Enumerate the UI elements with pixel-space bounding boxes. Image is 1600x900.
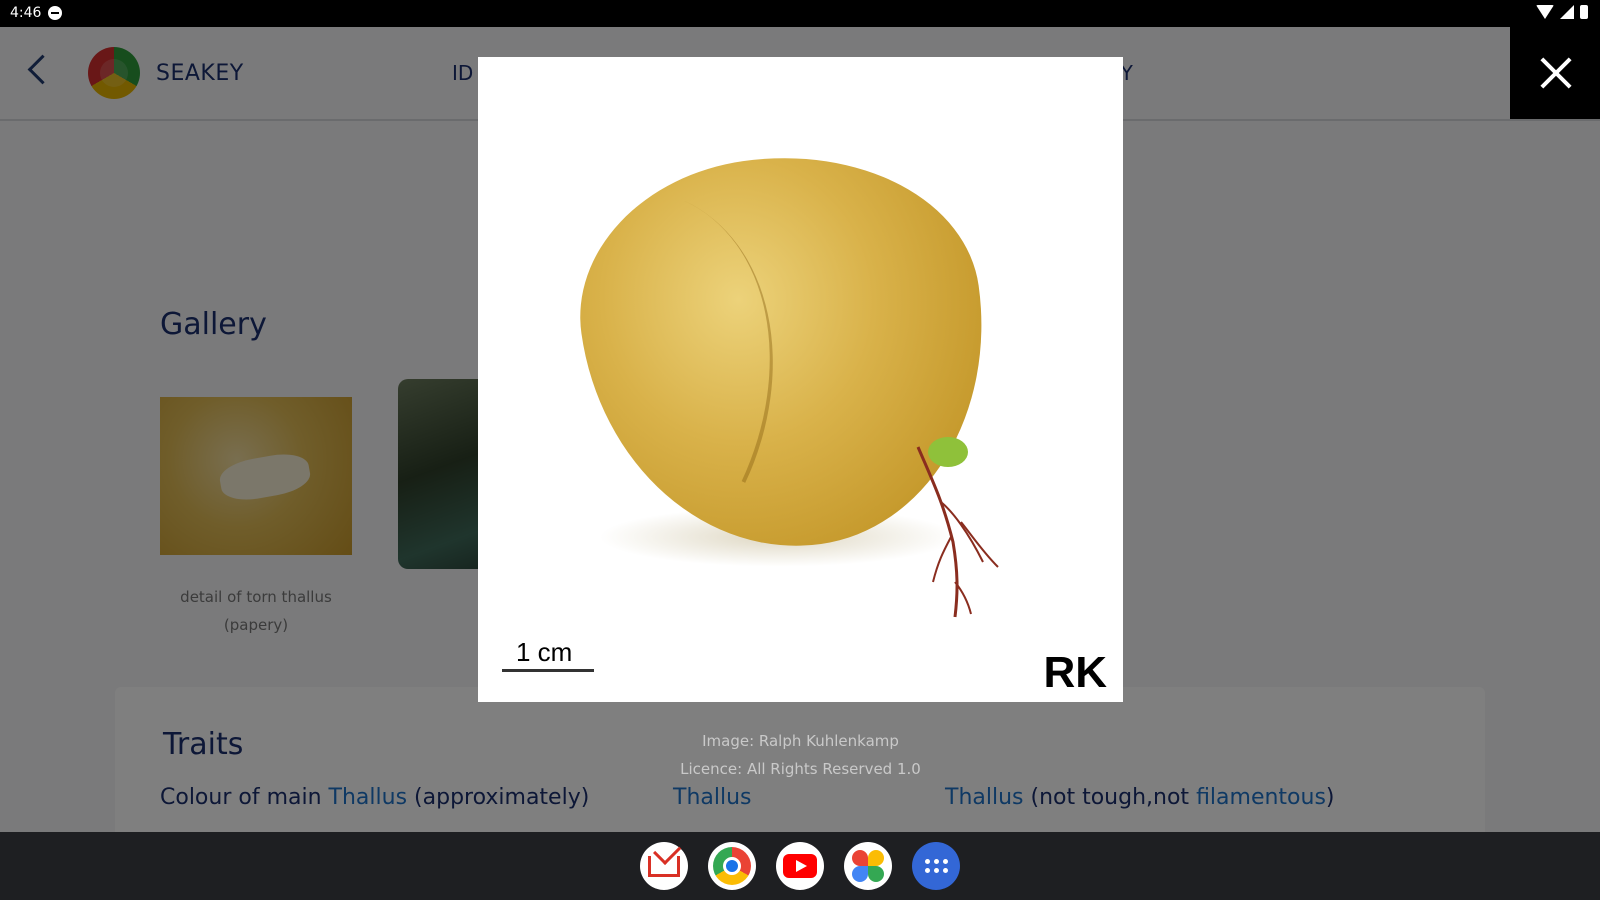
taskbar [0,832,1600,900]
wifi-icon [1536,5,1554,19]
signal-icon [1560,5,1574,19]
image-attribution: Image: Ralph Kuhlenkamp Licence: All Rig… [478,727,1123,783]
youtube-app[interactable] [776,842,824,890]
photographer-watermark: RK [1043,648,1107,697]
gmail-icon [648,855,680,877]
apps-grid-icon [912,842,960,890]
status-indicators [1536,5,1588,19]
red-algae-holdfast [916,446,999,618]
scale-bar [502,669,594,672]
status-time: 4:46 [10,5,42,21]
image-credit: Image: Ralph Kuhlenkamp [702,732,899,750]
close-button[interactable] [1510,27,1600,119]
chrome-icon [713,847,751,885]
image-licence: Licence: All Rights Reserved 1.0 [680,760,921,778]
app-dock [640,842,960,890]
scale-bar-label: 1 cm [516,637,573,667]
green-epiphyte [928,437,968,467]
battery-icon [1580,5,1588,19]
chrome-app[interactable] [708,842,756,890]
dnd-icon [48,6,62,20]
photos-icon [851,849,885,883]
youtube-icon [783,854,817,878]
app-drawer-button[interactable] [912,842,960,890]
gmail-app[interactable] [640,842,688,890]
photos-app[interactable] [844,842,892,890]
close-icon [1540,57,1572,89]
lightbox-image[interactable]: 1 cm RK [478,57,1123,702]
status-bar: 4:46 [0,0,1600,27]
